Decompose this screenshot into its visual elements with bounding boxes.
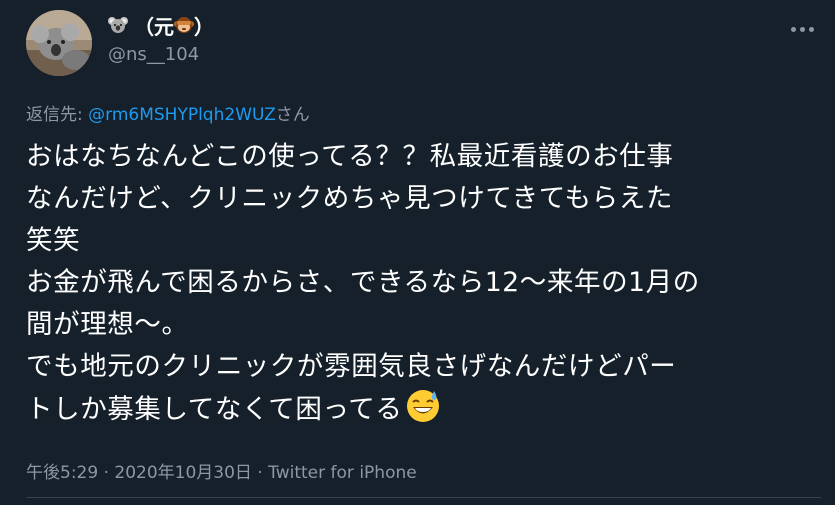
koala-icon [108,15,128,35]
tweet-meta: 午後5:29 · 2020年10月30日 · Twitter for iPhon… [26,458,417,483]
koala-avatar-icon [26,10,92,76]
user-handle[interactable]: @ns__104 [108,44,199,65]
tweet-body: おはなちなんどこの使ってる？？私最近看護のお仕事 なんだけど、クリニックめちゃ見… [26,141,700,425]
grinning-sweat-icon [405,388,441,424]
see-no-evil-monkey-icon [174,15,194,35]
tweet-date[interactable]: 2020年10月30日 [114,463,252,483]
meta-separator: · [251,463,269,483]
more-dot-icon [790,26,796,32]
tweet-source[interactable]: Twitter for iPhone [268,463,417,483]
more-dot-icon [808,26,814,32]
tweet-time[interactable]: 午後5:29 [26,463,98,483]
display-name[interactable]: （元 ） [108,10,214,40]
meta-separator: · [98,463,115,483]
reply-context: 返信先: @rm6MSHYPlqh2WUZさん [26,100,310,125]
more-options-button[interactable] [782,14,822,44]
reply-suffix: さん [275,105,310,125]
display-name-suffix: ） [194,14,214,39]
avatar[interactable] [26,10,92,76]
tweet: （元 ） @ns__104 返信先: @rm6MSHYPlqh2WUZさん おは… [0,0,835,505]
display-name-prefix: （元 [134,14,174,39]
reply-mention-link[interactable]: @rm6MSHYPlqh2WUZ [88,105,276,125]
reply-label: 返信先: [26,105,89,125]
more-dot-icon [799,26,805,32]
divider [26,497,821,498]
tweet-text: おはなちなんどこの使ってる？？私最近看護のお仕事 なんだけど、クリニックめちゃ見… [26,136,826,431]
